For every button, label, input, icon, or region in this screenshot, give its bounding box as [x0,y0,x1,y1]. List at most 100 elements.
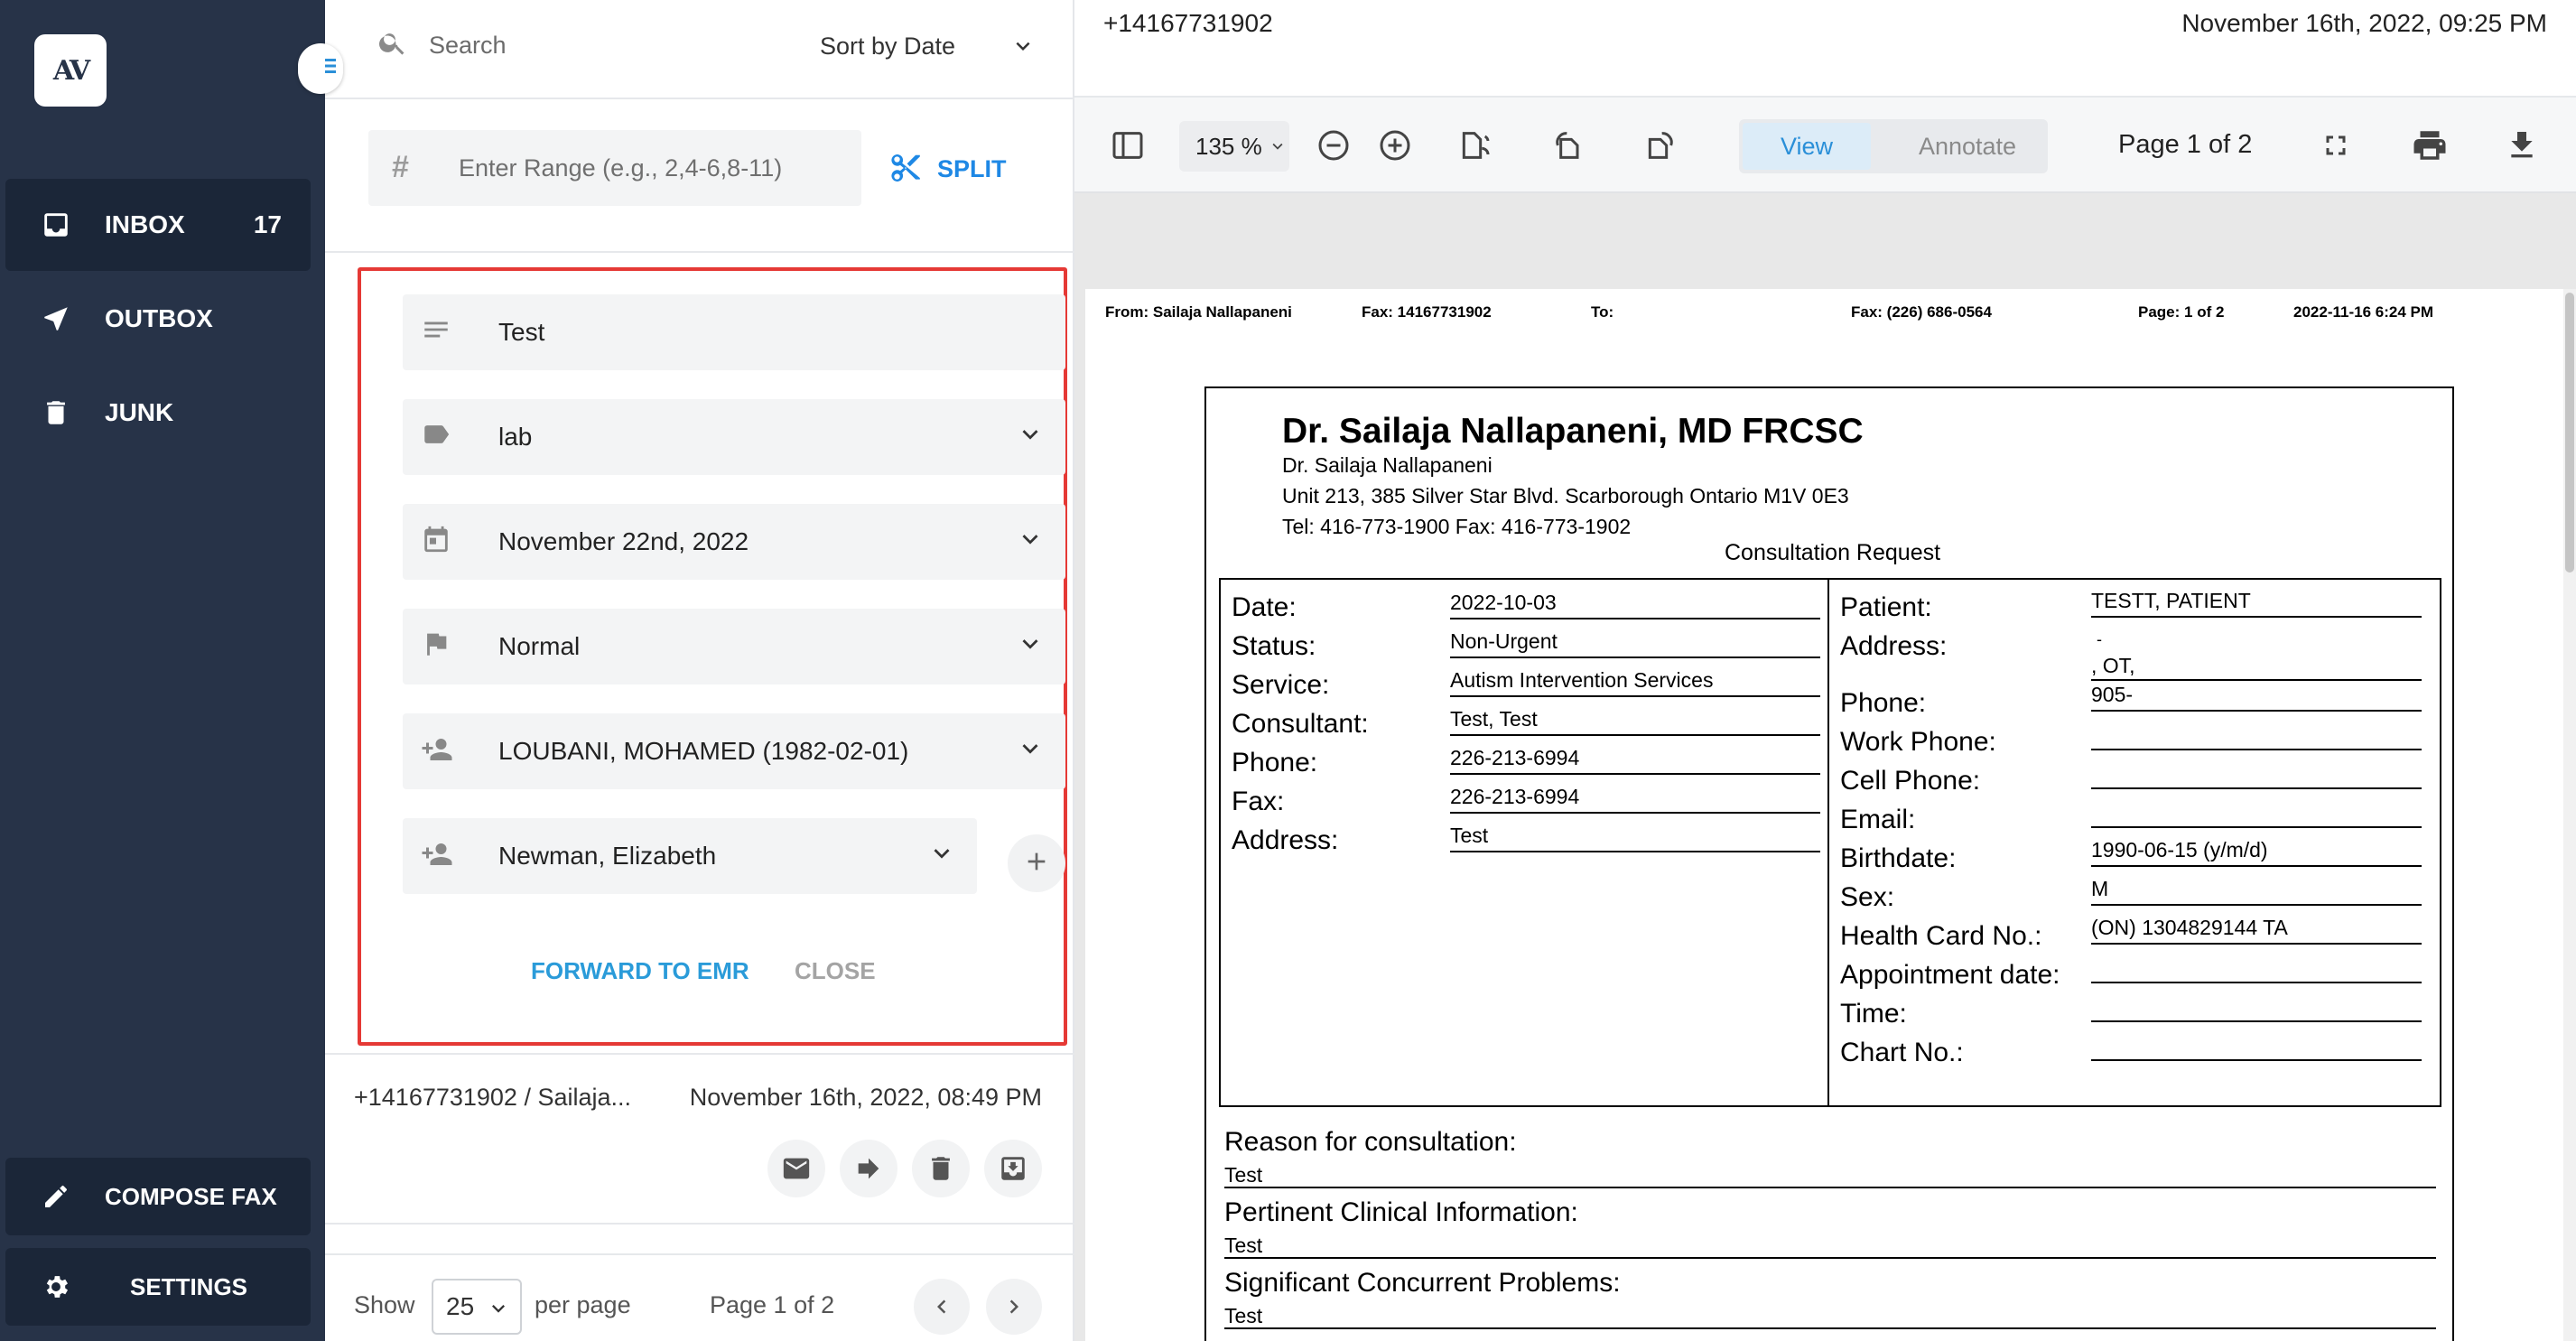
split-label: SPLIT [937,154,1007,182]
section-label: Pertinent Clinical Information: [1224,1197,1578,1227]
scrollbar-thumb[interactable] [2565,293,2574,573]
zoom-in-button[interactable] [1374,125,1416,166]
per-page-select[interactable]: 25 [432,1279,522,1335]
chevron-down-icon [1009,33,1037,66]
hash-icon: # [392,150,409,184]
rotate-both-button[interactable] [1454,125,1495,166]
zoom-select[interactable]: 135 % [1179,121,1289,172]
fax-list-panel: Sort by Date # SPLIT Test [325,0,1074,1341]
form-value: Test, Test [1450,696,1820,736]
compose-fax-button[interactable]: COMPOSE FAX [5,1158,311,1235]
form-label: Birthdate: [1840,843,1957,873]
pencil-icon [38,1178,74,1215]
doctor-subname: Dr. Sailaja Nallapaneni [1282,453,1493,477]
rotate-right-button[interactable] [1640,125,1681,166]
rotate-left-button[interactable] [1548,125,1589,166]
consultation-letter: Dr. Sailaja Nallapaneni, MD FRCSC Dr. Sa… [1204,386,2454,1341]
fax-actions [767,1140,1042,1197]
form-value: Test [1450,813,1820,852]
pdf-toolbar: 135 % View Annotate Page 1 of 2 [1074,98,2576,193]
section-value: Test [1224,1228,2436,1259]
doctor-name: Dr. Sailaja Nallapaneni, MD FRCSC [1282,412,1864,451]
search-bar: Sort by Date [325,0,1074,99]
sidebar-toggle-button[interactable] [1107,125,1149,166]
form-label: Work Phone: [1840,727,1996,757]
mail-button[interactable] [767,1140,825,1197]
sort-select[interactable]: Sort by Date [820,25,1037,67]
fullscreen-button[interactable] [2315,125,2357,166]
inbox-arrow-icon [1001,1157,1025,1180]
delete-button[interactable] [912,1140,970,1197]
date-picker[interactable]: November 22nd, 2022 [403,504,1065,580]
view-tab[interactable]: View [1743,123,1871,170]
print-button[interactable] [2409,125,2450,166]
form-value: 226-213-6994 [1450,774,1820,814]
app-logo[interactable]: AV [34,34,107,107]
form-value [2091,711,2422,750]
close-button[interactable]: CLOSE [795,957,876,985]
sidebar-item-label: INBOX [105,210,185,238]
chevron-left-icon [937,1299,946,1314]
person-add-icon [421,733,457,769]
show-label: Show [354,1291,415,1318]
settings-button[interactable]: SETTINGS [5,1248,311,1326]
logo-text: AV [52,54,90,87]
view-annotate-toggle: View Annotate [1739,119,2048,173]
section-label: Reason for consultation: [1224,1127,1517,1157]
form-label: Status: [1232,631,1316,661]
zoom-in-icon [1380,130,1410,161]
range-input[interactable] [459,148,838,188]
form-label: Consultant: [1232,709,1369,739]
category-select[interactable]: lab [403,399,1065,475]
fax-header-from: From: Sailaja Nallapaneni [1105,303,1292,321]
chevron-down-icon [1015,419,1046,454]
priority-select[interactable]: Normal [403,609,1065,684]
form-label: Appointment date: [1840,960,2060,990]
split-button[interactable]: SPLIT [888,148,1007,190]
prev-page-button[interactable] [914,1279,970,1335]
forward-to-emr-button[interactable]: FORWARD TO EMR [531,957,749,985]
form-value [2091,1021,2422,1061]
form-value: 2022-10-03 [1450,580,1820,619]
consult-form: Date: 2022-10-03 Status: Non-Urgent Serv… [1219,578,2441,1107]
mail-icon [783,1158,810,1179]
sidebar-item-inbox[interactable]: INBOX 17 [5,179,311,271]
sidebar-toggle-icon [1112,132,1143,159]
form-label: Phone: [1232,748,1318,778]
flag-icon [421,629,457,665]
document-canvas: From: Sailaja Nallapaneni Fax: 141677319… [1074,193,2576,1341]
pdf-page-indicator: Page 1 of 2 [2118,130,2253,159]
form-label: Address: [1232,825,1339,855]
annotate-tab[interactable]: Annotate [1891,123,2044,170]
forward-button[interactable] [840,1140,897,1197]
trash-icon [932,1157,950,1180]
sidebar-item-outbox[interactable]: OUTBOX [5,273,311,365]
zoom-value: 135 % [1195,132,1262,160]
download-icon [2511,132,2533,158]
sidebar-item-junk[interactable]: JUNK [5,367,311,459]
received-date: November 16th, 2022, 09:25 PM [2181,9,2547,37]
download-button[interactable] [2501,125,2543,166]
title-value: Test [498,318,545,346]
archive-button[interactable] [984,1140,1042,1197]
zoom-out-icon [1318,130,1349,161]
document-scrollbar[interactable] [2563,289,2576,1341]
sidebar-collapse-button[interactable] [298,43,343,94]
patient-select[interactable]: LOUBANI, MOHAMED (1982-02-01) [403,713,1065,789]
list-item[interactable]: +14167731902 / Sailaja... November 16th,… [325,1053,1074,1225]
search-icon [377,27,414,63]
fax-header-fax-to: Fax: (226) 686-0564 [1851,303,1992,321]
next-page-button[interactable] [986,1279,1042,1335]
chevron-down-icon [486,1296,511,1327]
chevron-down-icon [1015,524,1046,559]
add-provider-button[interactable] [1008,834,1065,892]
form-value: Non-Urgent [1450,619,1820,658]
title-field[interactable]: Test [403,294,1065,370]
zoom-out-button[interactable] [1313,125,1354,166]
doctor-address: Unit 213, 385 Silver Star Blvd. Scarboro… [1282,484,1849,508]
provider-select[interactable]: Newman, Elizabeth [403,818,977,894]
search-input[interactable] [429,25,772,65]
form-label: Email: [1840,805,1916,834]
form-label: Patient: [1840,592,1932,622]
fax-header-datetime: 2022-11-16 6:24 PM [2293,303,2433,321]
